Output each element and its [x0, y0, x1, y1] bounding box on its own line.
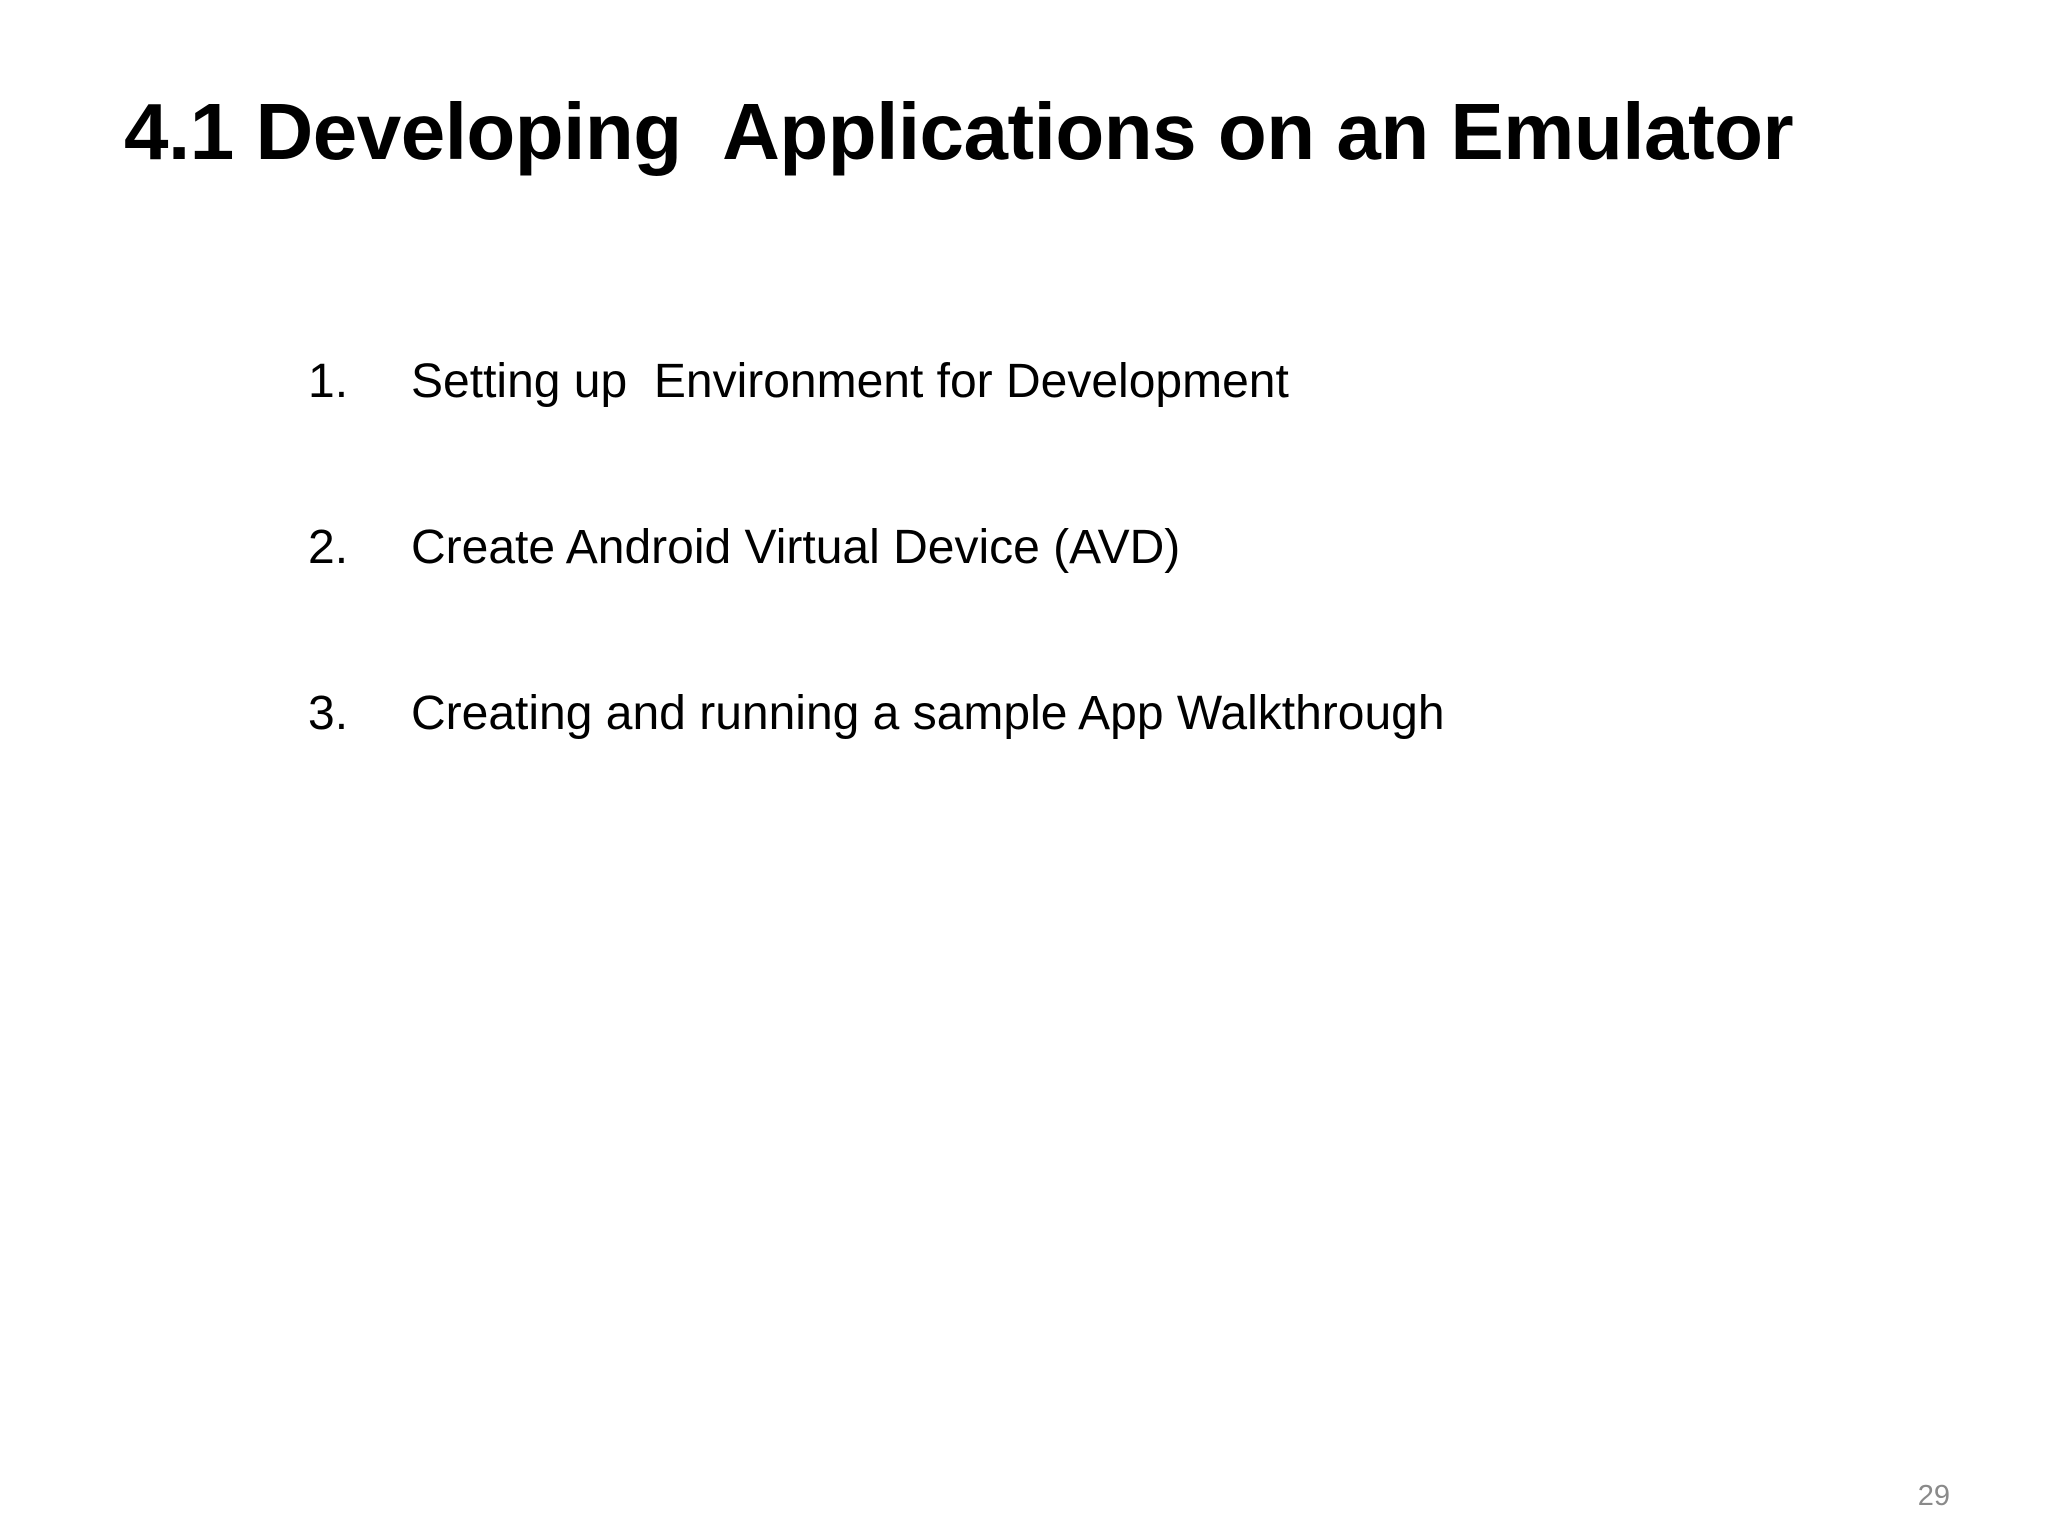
- outline-list: 1. Setting up Environment for Development…: [228, 268, 1445, 766]
- list-item: 2. Create Android Virtual Device (AVD): [228, 434, 1445, 600]
- list-item-text: Create Android Virtual Device (AVD): [411, 521, 1181, 574]
- list-item-number: 1.: [308, 355, 349, 408]
- list-item: 1. Setting up Environment for Development: [228, 268, 1445, 434]
- list-item-text: Creating and running a sample App Walkth…: [411, 687, 1445, 740]
- page-number: 29: [1917, 1480, 1950, 1512]
- slide-title: 4.1 Developing Applications on an Emulat…: [124, 87, 1794, 176]
- slide: 4.1 Developing Applications on an Emulat…: [0, 0, 2048, 1536]
- list-item: 3. Creating and running a sample App Walk…: [228, 600, 1445, 766]
- list-item-text: Setting up Environment for Development: [411, 355, 1289, 408]
- list-item-number: 2.: [308, 521, 349, 574]
- list-item-number: 3.: [308, 687, 349, 740]
